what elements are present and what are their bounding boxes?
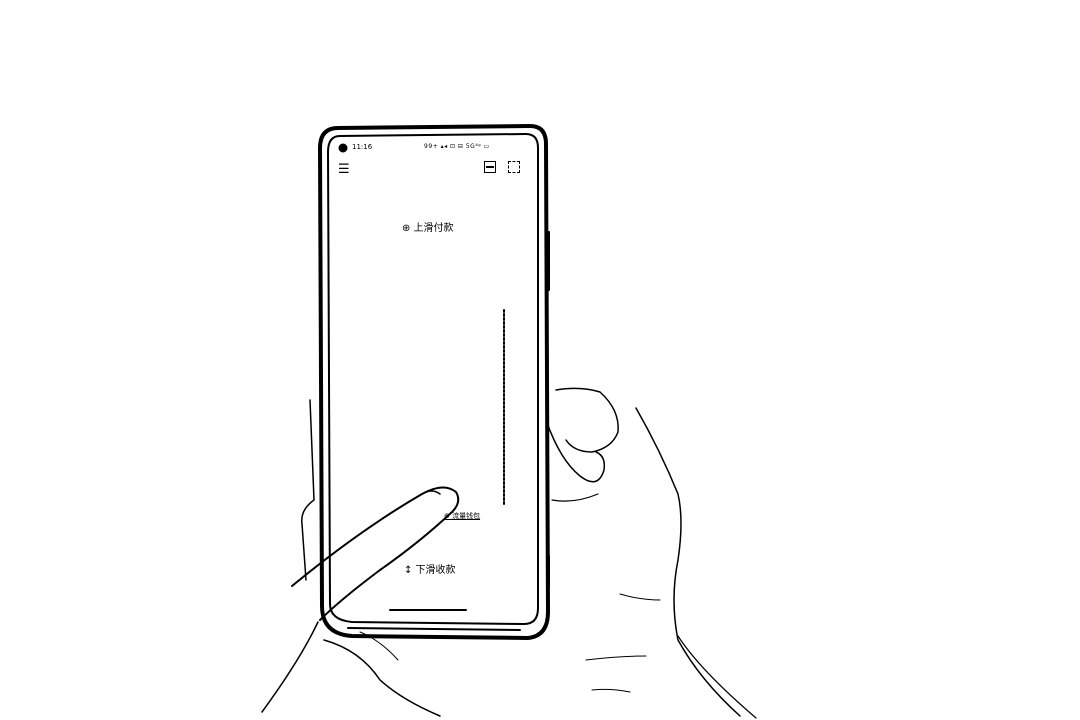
phone-screen	[327, 133, 539, 625]
photo-scene	[261, 124, 757, 719]
front-camera	[338, 143, 348, 153]
phone-body	[318, 124, 550, 640]
right-hand	[555, 387, 619, 453]
left-index-finger	[291, 486, 460, 621]
left-hand	[261, 399, 319, 713]
